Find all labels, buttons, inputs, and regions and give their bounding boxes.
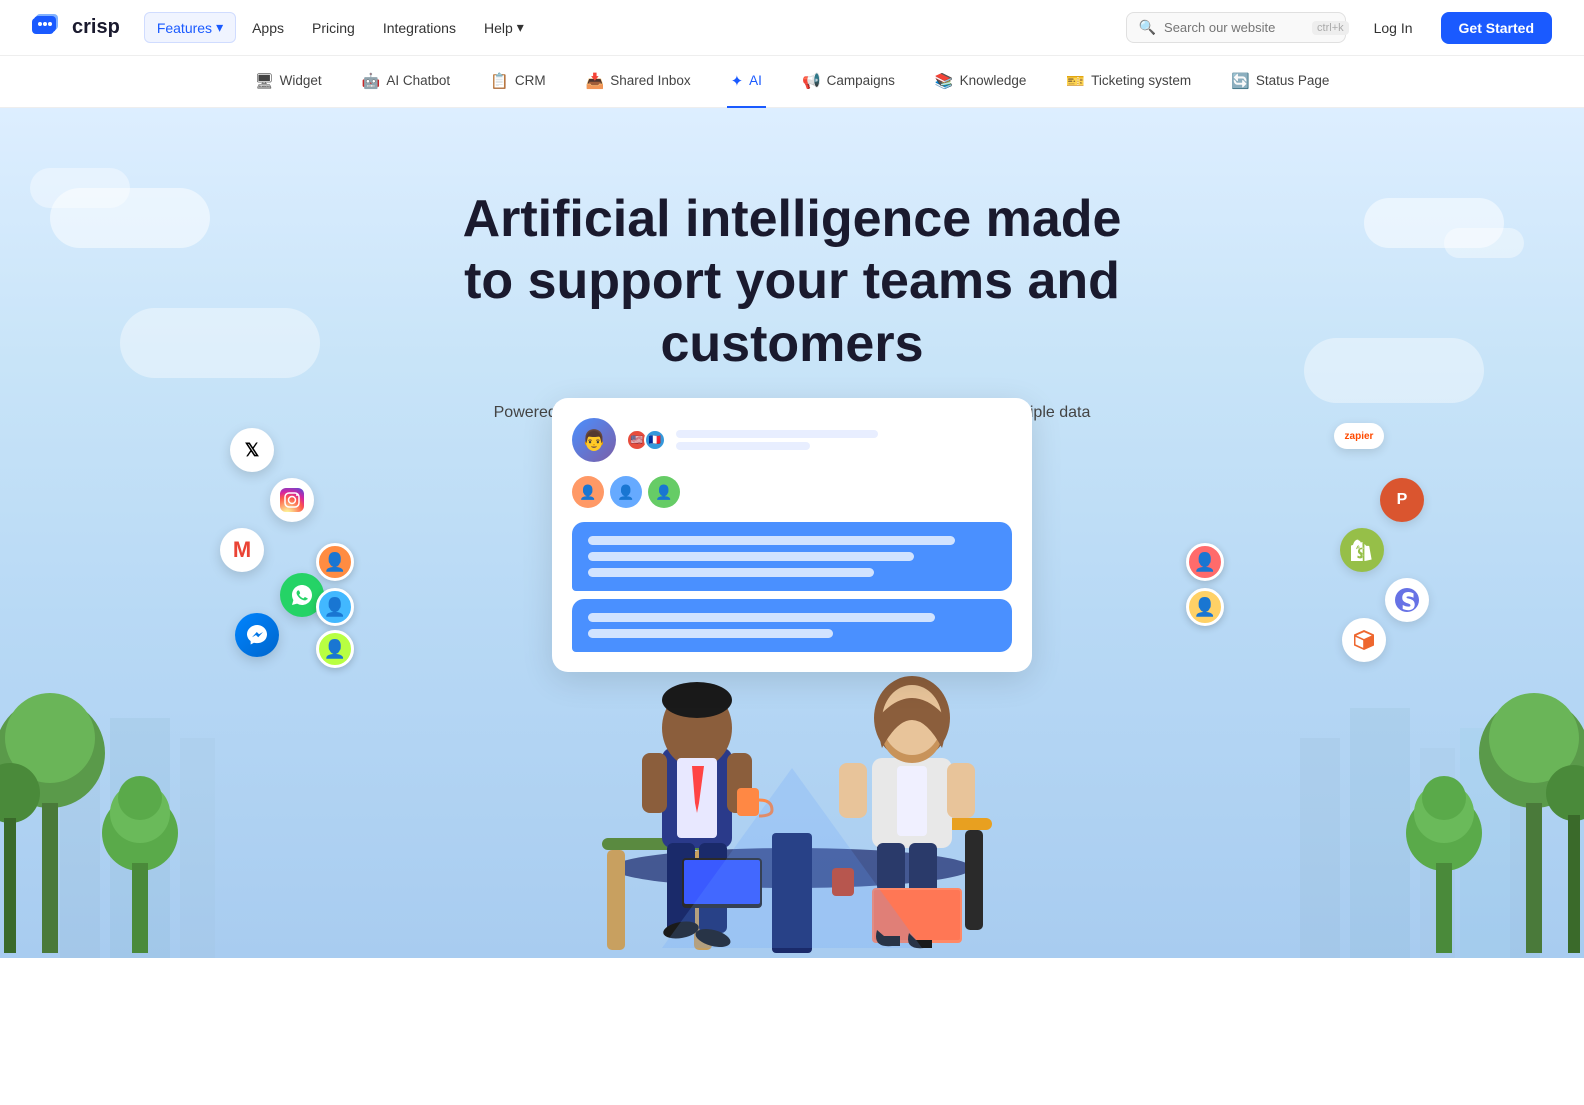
- sec-nav-status-page[interactable]: 🔄 Status Page: [1227, 56, 1333, 108]
- row-avatar-2: 👤: [610, 476, 642, 508]
- knowledge-icon: 📚: [935, 72, 954, 90]
- brand-name: crisp: [72, 16, 120, 39]
- logo-icon: [32, 14, 64, 42]
- cloud-5: [120, 308, 320, 378]
- login-button[interactable]: Log In: [1358, 13, 1429, 43]
- cloud-2: [30, 168, 130, 208]
- right-trees: [1404, 553, 1584, 958]
- nav-apps[interactable]: Apps: [240, 14, 296, 42]
- sec-nav-knowledge[interactable]: 📚 Knowledge: [931, 56, 1031, 108]
- search-input[interactable]: [1164, 20, 1304, 35]
- person-avatar-2: 👤: [316, 588, 354, 626]
- ticketing-icon: 🎫: [1066, 72, 1085, 90]
- sec-nav-shared-inbox[interactable]: 📥 Shared Inbox: [582, 56, 695, 108]
- chat-status-skeleton: [676, 442, 810, 450]
- hero-title: Artificial intelligence made to support …: [442, 188, 1142, 375]
- nav-integrations[interactable]: Integrations: [371, 14, 468, 42]
- twitter-icon-float: 𝕏: [230, 428, 274, 472]
- sec-nav-ticketing[interactable]: 🎫 Ticketing system: [1062, 56, 1195, 108]
- nav-right: 🔍 ctrl+k Log In Get Started: [1126, 12, 1552, 44]
- shared-inbox-icon: 📥: [586, 72, 605, 90]
- chat-bubble-2: [572, 599, 1012, 652]
- ai-icon: ✦: [731, 72, 744, 90]
- chat-user-avatar: 👨: [572, 418, 616, 462]
- cloud-4: [1444, 228, 1524, 258]
- person-avatar-5: 👤: [1186, 588, 1224, 626]
- zapier-logo: zapier: [1334, 423, 1384, 449]
- chat-avatars-row: 👤 👤 👤: [572, 476, 1012, 508]
- sec-nav-ai[interactable]: ✦ AI: [727, 56, 766, 108]
- shopify-logo: [1340, 528, 1384, 572]
- messenger-icon-float: [235, 613, 279, 657]
- nav-pricing[interactable]: Pricing: [300, 14, 367, 42]
- nav-links: Features ▾ Apps Pricing Integrations Hel…: [144, 12, 536, 43]
- status-page-icon: 🔄: [1231, 72, 1250, 90]
- producthunt-logo: P: [1380, 478, 1424, 522]
- chat-bubble-1: [572, 522, 1012, 591]
- hero-section: Artificial intelligence made to support …: [0, 108, 1584, 958]
- person-avatar-4: 👤: [1186, 543, 1224, 581]
- sec-nav-crm[interactable]: 📋 CRM: [486, 56, 549, 108]
- sec-nav-widget[interactable]: 🖥 Widget: [251, 56, 326, 108]
- cloud-6: [1304, 338, 1484, 403]
- secondary-nav: 🖥 Widget 🤖 AI Chatbot 📋 CRM 📥 Shared Inb…: [0, 56, 1584, 108]
- campaigns-icon: 📢: [802, 72, 821, 90]
- instagram-icon-float: [270, 478, 314, 522]
- widget-icon: 🖥: [255, 72, 274, 90]
- row-avatar-1: 👤: [572, 476, 604, 508]
- nav-features[interactable]: Features ▾: [144, 12, 236, 43]
- nav-help[interactable]: Help ▾: [472, 13, 536, 42]
- navbar: crisp Features ▾ Apps Pricing Integratio…: [0, 0, 1584, 56]
- left-trees: [0, 553, 180, 958]
- ai-chatbot-icon: 🤖: [362, 72, 381, 90]
- get-started-button[interactable]: Get Started: [1441, 12, 1552, 44]
- magento-logo: [1342, 618, 1386, 662]
- person-avatar-1: 👤: [316, 543, 354, 581]
- sec-nav-ai-chatbot[interactable]: 🤖 AI Chatbot: [358, 56, 454, 108]
- flag-icons: 🇺🇸 🇫🇷: [626, 429, 666, 451]
- person-avatar-3: 👤: [316, 630, 354, 668]
- crm-icon: 📋: [490, 72, 509, 90]
- sec-nav-campaigns[interactable]: 📢 Campaigns: [798, 56, 899, 108]
- gmail-icon-float: M: [220, 528, 264, 572]
- row-avatar-3: 👤: [648, 476, 680, 508]
- stripe-logo: [1385, 578, 1429, 622]
- search-shortcut: ctrl+k: [1312, 21, 1349, 35]
- chat-card: 👨 🇺🇸 🇫🇷 👤 👤 👤: [552, 398, 1032, 672]
- search-icon: 🔍: [1139, 19, 1156, 36]
- search-bar[interactable]: 🔍 ctrl+k: [1126, 12, 1346, 43]
- logo[interactable]: crisp: [32, 14, 120, 42]
- chat-name-skeleton: [676, 430, 878, 438]
